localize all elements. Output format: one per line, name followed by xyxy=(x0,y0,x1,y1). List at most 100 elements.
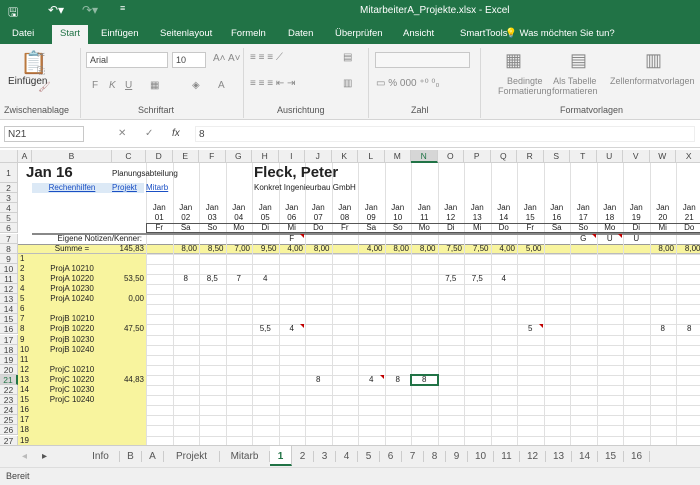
tab-datei[interactable]: Datei xyxy=(12,28,34,39)
row-header-20[interactable]: 20 xyxy=(0,364,18,375)
column-header-S[interactable]: S xyxy=(543,150,570,163)
row-header-7[interactable]: 7 xyxy=(0,233,18,244)
link-projekt[interactable]: Projekt xyxy=(110,183,144,193)
align-left-icon[interactable]: ≡ ≡ ≡ ⇤ ⇥ xyxy=(250,78,295,89)
font-name-select[interactable]: Arial xyxy=(86,52,168,68)
bold-button[interactable]: F xyxy=(92,80,98,91)
number-format-select[interactable] xyxy=(375,52,470,68)
row-header-21[interactable]: 21 xyxy=(0,374,18,385)
sheet-tab-3[interactable]: 3 xyxy=(314,451,336,462)
row-header-5[interactable]: 5 xyxy=(0,213,18,224)
tell-me[interactable]: 💡 Was möchten Sie tun? xyxy=(505,28,615,39)
cancel-icon[interactable]: ✕ xyxy=(118,128,126,139)
conditional-format-button[interactable]: Bedingte Formatierung xyxy=(498,76,552,96)
sheet-tab-16[interactable]: 16 xyxy=(624,451,650,462)
font-color-icon[interactable]: A xyxy=(218,80,225,91)
tab-start[interactable]: Start xyxy=(52,25,89,44)
shrink-font-icon[interactable]: A˅ xyxy=(228,53,241,64)
row-header-13[interactable]: 13 xyxy=(0,294,18,305)
format-as-table-button[interactable]: Als Tabelle formatieren xyxy=(552,76,598,96)
sheet-tab-11[interactable]: 11 xyxy=(494,451,520,462)
comment-indicator-icon[interactable] xyxy=(379,374,384,379)
tab-smarttools[interactable]: SmartTools xyxy=(460,28,508,39)
format-painter-icon[interactable]: 🖌 xyxy=(38,82,51,93)
column-header-K[interactable]: K xyxy=(331,150,358,163)
select-all-corner[interactable] xyxy=(0,150,18,163)
link-rechenhilfen[interactable]: Rechenhilfen xyxy=(32,183,112,193)
column-header-M[interactable]: M xyxy=(384,150,411,163)
column-header-H[interactable]: H xyxy=(252,150,279,163)
row-header-23[interactable]: 23 xyxy=(0,395,18,406)
sheet-tab-projekt[interactable]: Projekt xyxy=(164,451,220,462)
row-header-9[interactable]: 9 xyxy=(0,253,18,264)
function-icon[interactable]: fx xyxy=(172,128,180,139)
borders-icon[interactable]: ▦ xyxy=(150,80,159,91)
row-header-1[interactable]: 1 xyxy=(0,163,18,183)
sheet-tab-9[interactable]: 9 xyxy=(446,451,468,462)
column-header-J[interactable]: J xyxy=(305,150,332,163)
column-header-O[interactable]: O xyxy=(437,150,464,163)
merge-icon[interactable]: ▥ xyxy=(343,78,352,89)
comment-indicator-icon[interactable] xyxy=(538,324,543,329)
column-header-A[interactable]: A xyxy=(18,150,32,163)
row-header-19[interactable]: 19 xyxy=(0,354,18,365)
tab-überprüfen[interactable]: Überprüfen xyxy=(335,28,383,39)
formula-input[interactable]: 8 xyxy=(195,126,695,142)
comment-indicator-icon[interactable] xyxy=(591,233,596,238)
row-header-25[interactable]: 25 xyxy=(0,415,18,426)
save-icon[interactable]: 🖫 xyxy=(8,3,18,24)
sheet-tab-8[interactable]: 8 xyxy=(424,451,446,462)
tab-ansicht[interactable]: Ansicht xyxy=(403,28,434,39)
row-header-14[interactable]: 14 xyxy=(0,304,18,315)
tab-formeln[interactable]: Formeln xyxy=(231,28,266,39)
sheet-tab-1[interactable]: 1 xyxy=(270,446,292,466)
format-as-table-icon[interactable]: ▤ xyxy=(570,50,587,71)
column-header-Q[interactable]: Q xyxy=(490,150,517,163)
fill-color-icon[interactable]: ◈ xyxy=(192,80,200,91)
tab-seitenlayout[interactable]: Seitenlayout xyxy=(160,28,212,39)
column-header-G[interactable]: G xyxy=(225,150,252,163)
column-header-L[interactable]: L xyxy=(358,150,385,163)
sheet-tab-b[interactable]: B xyxy=(120,451,142,462)
comment-indicator-icon[interactable] xyxy=(300,324,304,329)
redo-icon[interactable]: ↷▾ xyxy=(82,3,98,17)
column-header-T[interactable]: T xyxy=(570,150,597,163)
tab-daten[interactable]: Daten xyxy=(288,28,313,39)
row-header-17[interactable]: 17 xyxy=(0,334,18,345)
scroll-right-icon[interactable]: ▸ xyxy=(42,451,47,462)
column-header-B[interactable]: B xyxy=(32,150,112,163)
row-header-6[interactable]: 6 xyxy=(0,223,18,234)
column-header-R[interactable]: R xyxy=(517,150,544,163)
underline-button[interactable]: U xyxy=(125,80,132,91)
wrap-text-icon[interactable]: ▤ xyxy=(343,52,352,63)
row-header-8[interactable]: 8 xyxy=(0,243,18,254)
scroll-left-icon[interactable]: ◂ xyxy=(22,451,27,462)
copy-icon[interactable]: ⎘ xyxy=(37,66,45,77)
tab-einfügen[interactable]: Einfügen xyxy=(101,28,139,39)
row-header-27[interactable]: 27 xyxy=(0,435,18,445)
sheet-tab-2[interactable]: 2 xyxy=(292,451,314,462)
row-header-22[interactable]: 22 xyxy=(0,385,18,396)
cell-styles-icon[interactable]: ▥ xyxy=(645,50,662,71)
cut-icon[interactable]: ✂ xyxy=(37,50,45,61)
column-header-E[interactable]: E xyxy=(172,150,199,163)
align-top-icon[interactable]: ≡ ≡ ≡ ⟋ xyxy=(250,52,283,63)
comment-indicator-icon[interactable] xyxy=(618,233,622,238)
sheet-tab-mitarb[interactable]: Mitarb xyxy=(220,451,270,462)
font-size-select[interactable]: 10 xyxy=(172,52,206,68)
column-header-N[interactable]: N xyxy=(411,150,438,163)
row-header-26[interactable]: 26 xyxy=(0,425,18,436)
comment-indicator-icon[interactable] xyxy=(300,233,304,238)
sheet-tab-6[interactable]: 6 xyxy=(380,451,402,462)
sheet-tab-7[interactable]: 7 xyxy=(402,451,424,462)
row-header-15[interactable]: 15 xyxy=(0,314,18,325)
name-box[interactable]: N21 xyxy=(4,126,84,142)
column-header-U[interactable]: U xyxy=(596,150,623,163)
enter-icon[interactable]: ✓ xyxy=(145,128,153,139)
currency-icon[interactable]: ▭ % 000 ⁺⁰ ⁰₀ xyxy=(376,78,440,89)
row-header-16[interactable]: 16 xyxy=(0,324,18,335)
row-header-10[interactable]: 10 xyxy=(0,263,18,274)
column-header-I[interactable]: I xyxy=(278,150,305,163)
cell-styles-button[interactable]: Zellenformatvorlagen xyxy=(610,76,695,86)
sheet-tab-14[interactable]: 14 xyxy=(572,451,598,462)
